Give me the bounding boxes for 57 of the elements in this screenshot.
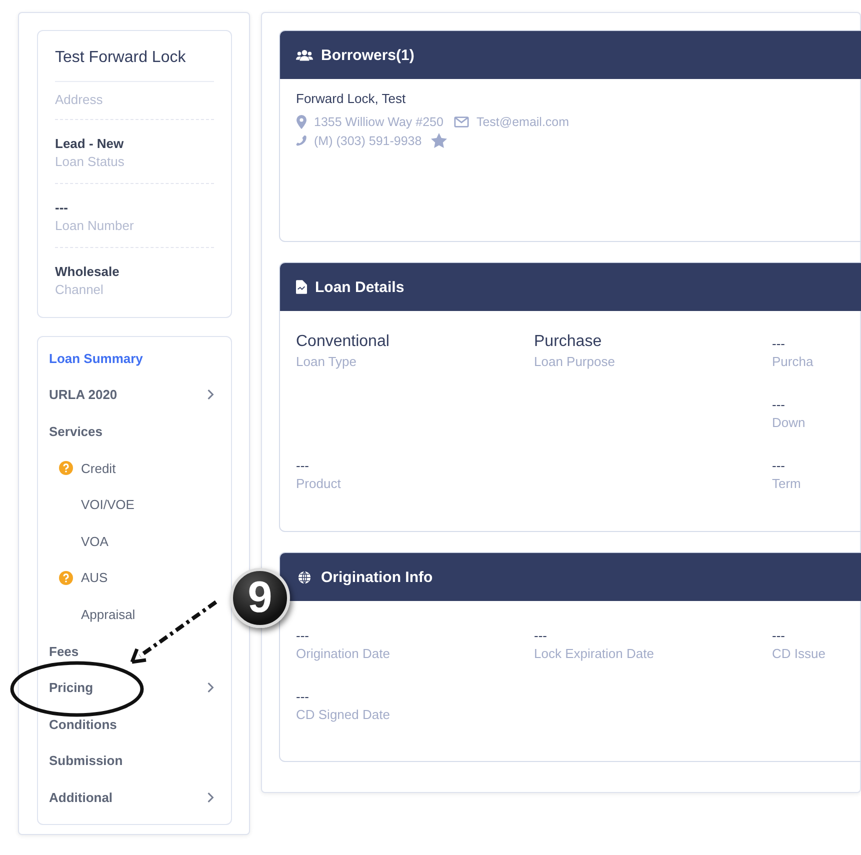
field-value: Lead - New xyxy=(55,136,125,151)
field-value: Conventional xyxy=(296,332,390,351)
field-value: --- xyxy=(772,335,786,351)
field-value: Purchase xyxy=(534,332,603,351)
envelope-icon xyxy=(454,116,470,128)
field-label: Loan Number xyxy=(55,218,135,233)
card-title: Loan Details xyxy=(315,278,404,296)
field-label: Loan Purpose xyxy=(534,354,616,369)
people-icon xyxy=(296,48,313,62)
field-value: --- xyxy=(55,200,69,215)
location-pin-icon xyxy=(296,114,307,128)
nav-item[interactable]: Submission xyxy=(49,753,214,768)
chevron-icon[interactable] xyxy=(207,682,214,694)
nav-item[interactable]: Services xyxy=(49,424,214,439)
nav-item[interactable]: VOA xyxy=(81,534,108,549)
field-label: Origination Date xyxy=(296,646,391,661)
nav-item[interactable]: URLA 2020 xyxy=(49,387,207,402)
borrower-address: 1355 Williow Way #250 xyxy=(314,114,444,128)
field-label: Lock Expiration Date xyxy=(534,646,655,661)
card-title: Origination Info xyxy=(321,568,433,586)
field-value: --- xyxy=(534,627,548,643)
field-label: Product xyxy=(296,476,342,491)
field-value: --- xyxy=(296,627,310,643)
loan-title: Test Forward Lock xyxy=(55,49,214,82)
field-label: Down xyxy=(772,415,806,430)
nav-item[interactable]: Loan Summary xyxy=(49,350,214,366)
borrower-phone: (M) (303) 591-9938 xyxy=(314,134,422,148)
nav-item[interactable]: Fees xyxy=(49,644,214,659)
nav-item[interactable]: Pricing xyxy=(49,680,207,696)
document-icon xyxy=(296,280,307,294)
nav-item[interactable]: Additional xyxy=(49,790,207,805)
nav-item[interactable]: Credit xyxy=(81,460,116,476)
nav-item[interactable]: AUS xyxy=(81,570,108,586)
field-value: --- xyxy=(296,457,310,473)
field-label: CD Signed Date xyxy=(296,707,391,722)
phone-icon xyxy=(296,134,307,148)
globe-icon xyxy=(296,570,313,584)
field-value: --- xyxy=(772,396,786,412)
nav-item[interactable]: Appraisal xyxy=(81,606,136,622)
borrower-name[interactable]: Forward Lock, Test xyxy=(296,91,861,106)
field-label: Loan Status xyxy=(55,154,126,169)
field-label: Loan Type xyxy=(296,354,358,369)
star-icon[interactable] xyxy=(430,132,447,148)
field-value: --- xyxy=(772,457,786,473)
card-title: Borrowers(1) xyxy=(321,46,414,64)
field-value: Wholesale xyxy=(55,264,120,279)
chevron-icon[interactable] xyxy=(207,792,214,803)
field-label: Channel xyxy=(55,282,104,297)
field-label: Purcha xyxy=(772,354,814,369)
field-value: --- xyxy=(772,627,786,643)
nav-item[interactable]: VOI/VOE xyxy=(81,497,134,512)
field-label: Address xyxy=(55,92,104,107)
nav-item[interactable]: Conditions xyxy=(49,716,214,732)
chevron-icon[interactable] xyxy=(207,389,214,400)
field-label: CD Issue xyxy=(772,646,826,661)
field-value: --- xyxy=(296,688,310,704)
field-label: Term xyxy=(772,476,802,491)
